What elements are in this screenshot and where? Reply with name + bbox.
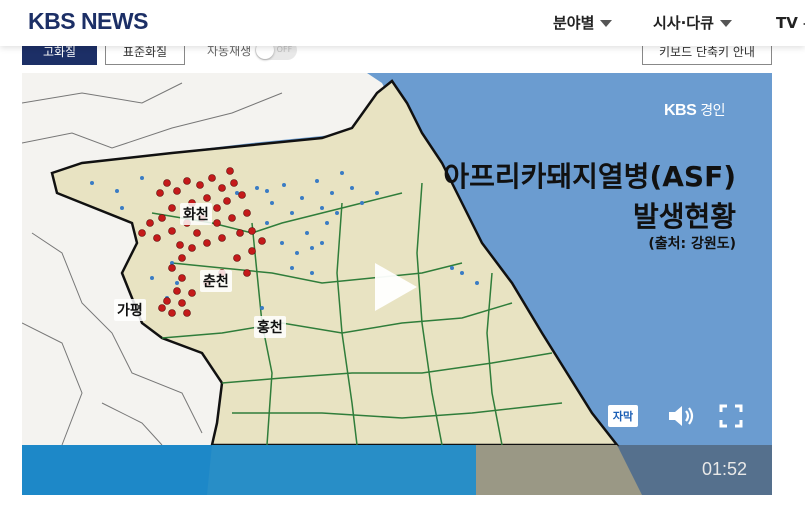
volume-icon[interactable]: [667, 403, 695, 429]
progress-bar[interactable]: [22, 445, 772, 495]
map-label-chuncheon: 춘천: [200, 270, 232, 292]
kbs-watermark: KBS 경인: [664, 100, 725, 120]
toggle-state: OFF: [276, 45, 293, 54]
nav-category[interactable]: 분야별: [553, 12, 613, 33]
nav-category-label: 분야별: [553, 14, 595, 32]
video-title-line2: 발생현황: [632, 200, 736, 233]
watermark-region: 경인: [700, 102, 725, 118]
time-display: 01:52: [701, 459, 747, 479]
nav-tv-news-label: TV 뉴: [776, 14, 805, 32]
nav-current-affairs-label: 시사·다큐: [653, 14, 714, 32]
nav-tv-news[interactable]: TV 뉴: [776, 12, 805, 33]
chevron-down-icon: [719, 20, 732, 27]
map-label-gapyeong: 가평: [114, 299, 146, 321]
progress-fill: [22, 445, 476, 495]
play-icon[interactable]: [375, 263, 417, 311]
chevron-down-icon: [600, 20, 613, 27]
fullscreen-icon[interactable]: [719, 404, 743, 428]
map-label-hongcheon: 홍천: [254, 316, 286, 338]
watermark-brand: KBS: [664, 102, 697, 119]
video-source: (출처: 강원도): [648, 236, 736, 252]
caption-button[interactable]: 자막: [608, 405, 638, 427]
video-player[interactable]: KBS 경인 아프리카돼지열병(ASF) 발생현황 (출처: 강원도) 화천 춘…: [22, 73, 772, 495]
map-label-hwacheon: 화천: [180, 203, 212, 225]
site-header: KBS NEWS 분야별 시사·다큐 TV 뉴: [0, 0, 805, 46]
video-title-line1: 아프리카돼지열병(ASF): [443, 160, 736, 193]
nav-current-affairs[interactable]: 시사·다큐: [653, 12, 732, 33]
kbs-news-logo[interactable]: KBS NEWS: [28, 8, 148, 35]
